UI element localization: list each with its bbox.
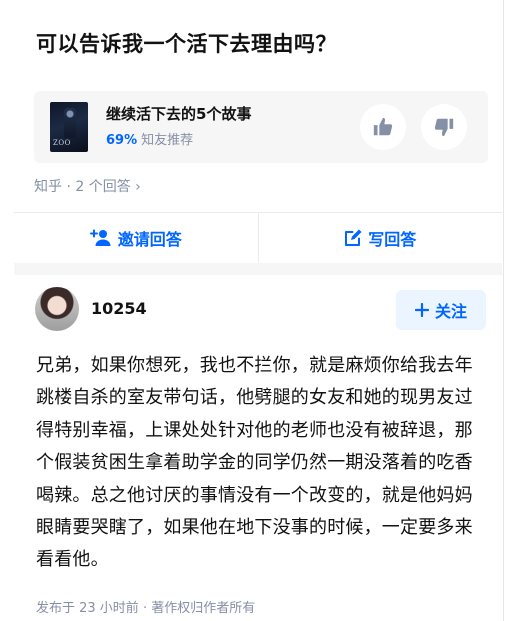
downvote-button[interactable] — [421, 104, 467, 150]
write-answer-label: 写回答 — [368, 230, 417, 249]
book-rating: 69% 知友推荐 — [106, 129, 193, 148]
book-title[interactable]: 继续活下去的5个故事 — [106, 103, 251, 124]
plus-icon — [414, 303, 429, 317]
question-title[interactable]: 可以告诉我一个活下去理由吗？ — [36, 28, 337, 58]
follow-button[interactable]: 关注 — [396, 290, 486, 330]
follow-label: 关注 — [434, 302, 467, 321]
author-name[interactable]: 10254 — [91, 299, 147, 318]
section-gap — [14, 263, 502, 275]
book-cover[interactable]: ZOO — [50, 102, 88, 152]
write-answer-button[interactable]: 写回答 — [259, 213, 503, 263]
rating-label: 知友推荐 — [141, 133, 194, 148]
book-card[interactable]: ZOO 继续活下去的5个故事 69% 知友推荐 — [34, 91, 488, 163]
answer-body[interactable]: 兄弟，如果你想死，我也不拦你，就是麻烦你给我去年跳楼自杀的室友带句话，他劈腿的女… — [36, 350, 484, 577]
answer-count-link[interactable]: 知乎 · 2 个回答 › — [34, 176, 141, 196]
right-edge-line — [503, 0, 504, 621]
thumbs-down-icon — [434, 118, 454, 137]
answer-footer: 发布于 23 小时前 · 著作权归作者所有 — [36, 601, 256, 616]
edit-icon — [345, 229, 362, 246]
action-bar: 邀请回答 写回答 — [14, 213, 502, 263]
author-avatar[interactable] — [35, 287, 79, 331]
rating-percent: 69% — [106, 133, 138, 148]
add-person-icon — [89, 229, 111, 246]
thumbs-up-icon — [373, 117, 393, 136]
invite-answer-label: 邀请回答 — [117, 230, 182, 249]
invite-answer-button[interactable]: 邀请回答 — [14, 213, 258, 263]
upvote-button[interactable] — [360, 104, 406, 150]
cover-text: ZOO — [53, 139, 71, 147]
cover-figure — [64, 108, 76, 138]
zhihu-question-page: 可以告诉我一个活下去理由吗？ ZOO 继续活下去的5个故事 69% 知友推荐 知乎… — [0, 0, 516, 621]
